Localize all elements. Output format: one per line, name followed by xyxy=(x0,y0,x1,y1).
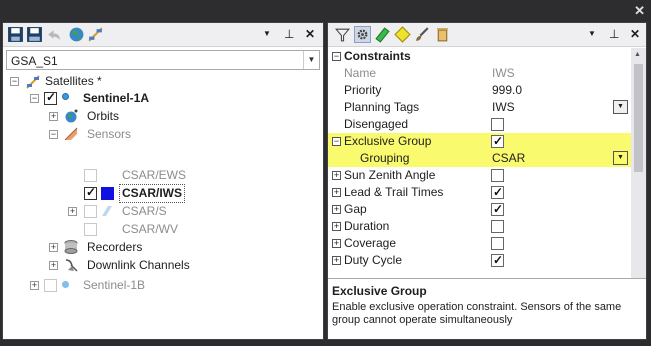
property-description: Exclusive Group Enable exclusive operati… xyxy=(328,278,646,339)
prop-row-duration[interactable]: + Duration xyxy=(328,218,631,235)
beam-icon xyxy=(102,206,112,216)
tree-item-satellites[interactable]: Satellites * xyxy=(45,73,102,90)
sentinel-1b-checkbox[interactable] xyxy=(44,279,57,292)
panel-close-icon[interactable]: ✕ xyxy=(305,27,315,41)
chevron-down-icon[interactable]: ▼ xyxy=(613,100,628,114)
sensor-icon xyxy=(64,127,78,141)
exclusive-group-checkbox[interactable]: ✓ xyxy=(491,134,504,148)
csar-wv-checkbox[interactable] xyxy=(84,223,97,236)
collapse-toggle[interactable]: − xyxy=(10,77,19,86)
panel-menu-chevron-icon[interactable]: ▼ xyxy=(263,27,271,41)
property-grid: − Constraints Name IWS Priority 999.0 Pl… xyxy=(328,48,631,299)
save-icon[interactable] xyxy=(7,26,24,43)
color-swatch xyxy=(101,187,114,200)
collapse-toggle[interactable]: − xyxy=(332,52,341,61)
window-title-bar: ✕ xyxy=(0,0,651,22)
satellite-dot-icon xyxy=(62,93,69,100)
expand-toggle[interactable]: + xyxy=(30,281,39,290)
chevron-down-icon[interactable]: ▼ xyxy=(613,151,628,165)
ruler-icon[interactable] xyxy=(374,26,391,43)
collapse-toggle[interactable]: − xyxy=(332,137,341,146)
scrollbar-thumb[interactable] xyxy=(634,64,643,172)
satellite-icon xyxy=(26,75,40,89)
prop-row-name[interactable]: Name IWS xyxy=(328,65,631,82)
expand-toggle[interactable]: + xyxy=(49,112,58,121)
csar-ews-checkbox[interactable] xyxy=(84,169,97,182)
antenna-icon xyxy=(65,259,78,272)
category-constraints[interactable]: − Constraints xyxy=(328,48,631,65)
satellite-dot-icon xyxy=(62,281,69,288)
left-toolbar: ▼ ⊥ ✕ xyxy=(3,23,323,47)
tree-item-csar-wv[interactable]: CSAR/WV xyxy=(122,221,178,238)
expand-toggle[interactable]: + xyxy=(49,243,58,252)
orbit-globe-icon xyxy=(65,109,78,123)
tree-item-csar-s[interactable]: CSAR/S xyxy=(122,203,167,220)
expand-toggle[interactable]: + xyxy=(68,207,77,216)
lead-trail-checkbox[interactable]: ✓ xyxy=(491,185,504,199)
expand-toggle[interactable]: + xyxy=(332,222,341,231)
right-toolbar: ▼ ⊥ ✕ xyxy=(328,23,646,47)
trash-icon[interactable] xyxy=(434,26,451,43)
tree-item-csar-iws[interactable]: CSAR/IWS xyxy=(119,184,185,203)
expand-toggle[interactable]: + xyxy=(49,261,58,270)
prop-row-coverage[interactable]: + Coverage xyxy=(328,235,631,252)
panel-close-icon[interactable]: ✕ xyxy=(630,27,640,41)
tree-item-csar-ews[interactable]: CSAR/EWS xyxy=(122,167,186,184)
sun-zenith-checkbox[interactable] xyxy=(491,169,504,182)
duty-cycle-checkbox[interactable]: ✓ xyxy=(491,253,504,267)
scenario-select-value: GSA_S1 xyxy=(11,54,58,68)
panel-menu-chevron-icon[interactable]: ▼ xyxy=(588,27,596,41)
sticky-note-icon[interactable] xyxy=(394,26,411,43)
recorder-icon xyxy=(64,240,78,254)
properties-panel: ▼ ⊥ ✕ − Constraints Name IWS Priority 99… xyxy=(327,22,647,340)
expand-toggle[interactable]: + xyxy=(332,188,341,197)
sentinel-1a-checkbox[interactable]: ✓ xyxy=(44,90,57,105)
save-all-icon[interactable] xyxy=(26,26,43,43)
description-title: Exclusive Group xyxy=(332,284,427,298)
pin-icon[interactable]: ⊥ xyxy=(609,27,619,41)
satellite-link-icon[interactable] xyxy=(87,26,104,43)
expand-toggle[interactable]: + xyxy=(332,171,341,180)
duration-checkbox[interactable] xyxy=(491,220,504,233)
scenario-tree-panel: ▼ ⊥ ✕ GSA_S1 ▼ − Satellites * − ✓ Sentin… xyxy=(2,22,324,340)
prop-row-duty-cycle[interactable]: + Duty Cycle ✓ xyxy=(328,252,631,269)
tree-item-downlink-channels[interactable]: Downlink Channels xyxy=(87,257,190,274)
prop-row-grouping[interactable]: Grouping CSAR ▼ xyxy=(328,150,631,167)
coverage-checkbox[interactable] xyxy=(491,237,504,250)
expand-toggle[interactable]: + xyxy=(332,239,341,248)
expand-toggle[interactable]: + xyxy=(332,256,341,265)
tree-item-orbits[interactable]: Orbits xyxy=(87,108,119,125)
tree-item-recorders[interactable]: Recorders xyxy=(87,239,142,256)
close-icon[interactable]: ✕ xyxy=(634,4,645,17)
tree-item-sentinel-1b[interactable]: Sentinel-1B xyxy=(83,277,145,294)
gear-icon[interactable] xyxy=(354,26,371,43)
expand-toggle[interactable]: + xyxy=(332,205,341,214)
tree-item-sentinel-1a[interactable]: Sentinel-1A xyxy=(83,90,149,107)
prop-row-sun-zenith-angle[interactable]: + Sun Zenith Angle xyxy=(328,167,631,184)
prop-row-lead-trail[interactable]: + Lead & Trail Times ✓ xyxy=(328,184,631,201)
globe-icon[interactable] xyxy=(68,26,85,43)
collapse-toggle[interactable]: − xyxy=(30,94,39,103)
scenario-select[interactable]: GSA_S1 ▼ xyxy=(6,50,320,70)
brush-icon[interactable] xyxy=(414,26,431,43)
disengaged-checkbox[interactable] xyxy=(491,118,504,131)
gap-checkbox[interactable]: ✓ xyxy=(491,202,504,216)
csar-s-checkbox[interactable] xyxy=(84,205,97,218)
pin-icon[interactable]: ⊥ xyxy=(284,27,294,41)
prop-row-planning-tags[interactable]: Planning Tags IWS ▼ xyxy=(328,99,631,116)
undo-icon[interactable] xyxy=(45,26,62,43)
prop-row-disengaged[interactable]: Disengaged xyxy=(328,116,631,133)
description-text: Enable exclusive operation constraint. S… xyxy=(332,301,622,326)
chevron-down-icon[interactable]: ▼ xyxy=(303,51,319,69)
filter-icon[interactable] xyxy=(334,26,351,43)
prop-row-exclusive-group[interactable]: − Exclusive Group ✓ xyxy=(328,133,631,150)
prop-row-priority[interactable]: Priority 999.0 xyxy=(328,82,631,99)
collapse-toggle[interactable]: − xyxy=(49,130,58,139)
property-scrollbar[interactable]: ▲ ▼ xyxy=(631,48,646,299)
prop-row-gap[interactable]: + Gap ✓ xyxy=(328,201,631,218)
tree-item-sensors[interactable]: Sensors xyxy=(87,126,131,143)
csar-iws-checkbox[interactable]: ✓ xyxy=(84,185,97,200)
scroll-up-icon[interactable]: ▲ xyxy=(634,51,641,58)
